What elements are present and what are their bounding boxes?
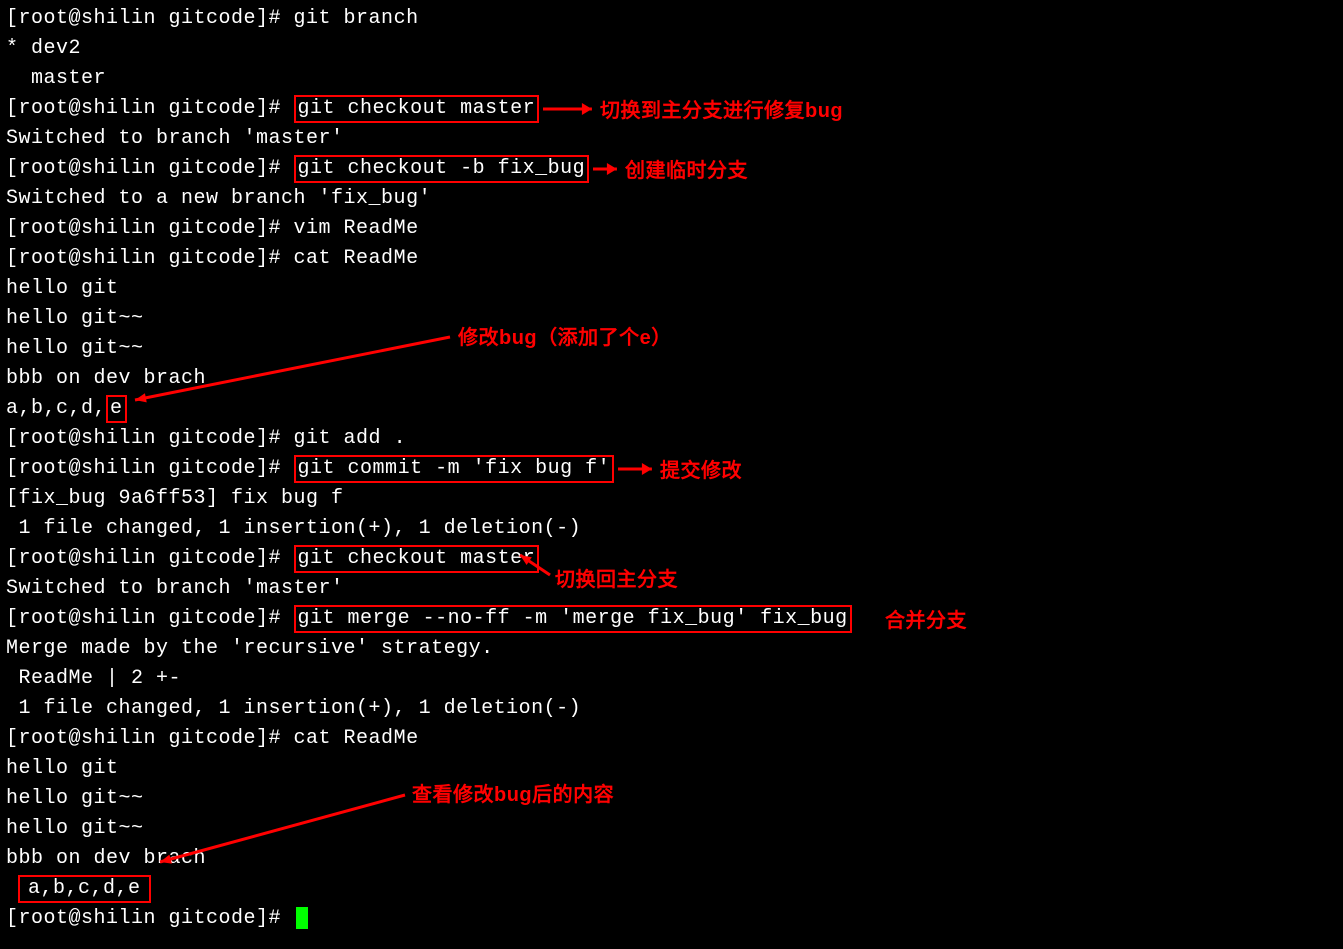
annotation-label: 提交修改 [660,456,742,486]
highlighted-command: git checkout master [294,95,540,123]
terminal-line: hello git~~ [6,814,1337,844]
prompt: [root@shilin gitcode]# [6,907,294,930]
output-text: a,b,c,d, [6,397,106,420]
terminal-line: 1 file changed, 1 insertion(+), 1 deleti… [6,694,1337,724]
terminal-line: [root@shilin gitcode]# git branch [6,4,1337,34]
terminal-line: Merge made by the 'recursive' strategy. [6,634,1337,664]
annotation-label: 合并分支 [885,606,967,636]
terminal-line: [fix_bug 9a6ff53] fix bug f [6,484,1337,514]
terminal-line: [root@shilin gitcode]# cat ReadMe [6,724,1337,754]
terminal-line: master [6,64,1337,94]
prompt: [root@shilin gitcode]# [6,727,294,750]
output-text: 1 file changed, 1 insertion(+), 1 deleti… [6,517,581,540]
prompt: [root@shilin gitcode]# [6,547,294,570]
terminal-line: Switched to branch 'master' [6,124,1337,154]
terminal-line: [root@shilin gitcode]# [6,904,1337,934]
prompt: [root@shilin gitcode]# [6,97,294,120]
prompt: [root@shilin gitcode]# [6,607,294,630]
output-text: hello git~~ [6,337,144,360]
command-text: vim ReadMe [294,217,419,240]
output-text: Switched to branch 'master' [6,577,344,600]
output-text: hello git [6,757,119,780]
terminal-line: [root@shilin gitcode]# vim ReadMe [6,214,1337,244]
highlighted-command: git merge --no-ff -m 'merge fix_bug' fix… [294,605,852,633]
annotation-label: 创建临时分支 [625,156,748,186]
output-text: hello git~~ [6,307,144,330]
prompt: [root@shilin gitcode]# [6,157,294,180]
output-text: bbb on dev brach [6,847,206,870]
output-text: hello git~~ [6,817,144,840]
terminal-line: hello git~~ [6,784,1337,814]
prompt: [root@shilin gitcode]# [6,457,294,480]
output-text: Switched to a new branch 'fix_bug' [6,187,431,210]
highlighted-command: git checkout -b fix_bug [294,155,590,183]
terminal-line: hello git [6,274,1337,304]
terminal-line: Switched to a new branch 'fix_bug' [6,184,1337,214]
command-text: cat ReadMe [294,727,419,750]
output-text: ReadMe | 2 +- [6,667,181,690]
terminal-line: [root@shilin gitcode]# git add . [6,424,1337,454]
terminal-cursor[interactable] [296,907,308,929]
highlighted-char: e [106,395,127,423]
terminal-line: [root@shilin gitcode]# cat ReadMe [6,244,1337,274]
terminal-line: ReadMe | 2 +- [6,664,1337,694]
terminal-line: a,b,c,d,e [6,394,1337,424]
output-text: 1 file changed, 1 insertion(+), 1 deleti… [6,697,581,720]
output-text: Switched to branch 'master' [6,127,344,150]
terminal-line: bbb on dev brach [6,364,1337,394]
annotation-label: 切换到主分支进行修复bug [600,96,843,126]
terminal-line: a,b,c,d,e [6,874,1337,904]
terminal-line: hello git [6,754,1337,784]
annotation-label: 修改bug（添加了个e） [458,323,672,353]
output-text: bbb on dev brach [6,367,206,390]
output-text: hello git [6,277,119,300]
output-text: master [6,67,106,90]
command-text: git add . [294,427,407,450]
terminal-line: [root@shilin gitcode]# git merge --no-ff… [6,604,1337,634]
terminal-line: 1 file changed, 1 insertion(+), 1 deleti… [6,514,1337,544]
prompt: [root@shilin gitcode]# [6,427,294,450]
highlighted-command: git commit -m 'fix bug f' [294,455,615,483]
terminal-line: bbb on dev brach [6,844,1337,874]
command-text: git branch [294,7,419,30]
output-text: Merge made by the 'recursive' strategy. [6,637,494,660]
prompt: [root@shilin gitcode]# [6,247,294,270]
output-text: * dev2 [6,37,81,60]
annotation-label: 切换回主分支 [555,565,678,595]
prompt: [root@shilin gitcode]# [6,7,294,30]
command-text: cat ReadMe [294,247,419,270]
terminal-line: * dev2 [6,34,1337,64]
highlighted-output: a,b,c,d,e [18,875,151,903]
output-text: [fix_bug 9a6ff53] fix bug f [6,487,344,510]
output-text: hello git~~ [6,787,144,810]
prompt: [root@shilin gitcode]# [6,217,294,240]
annotation-label: 查看修改bug后的内容 [412,780,614,810]
highlighted-command: git checkout master [294,545,540,573]
